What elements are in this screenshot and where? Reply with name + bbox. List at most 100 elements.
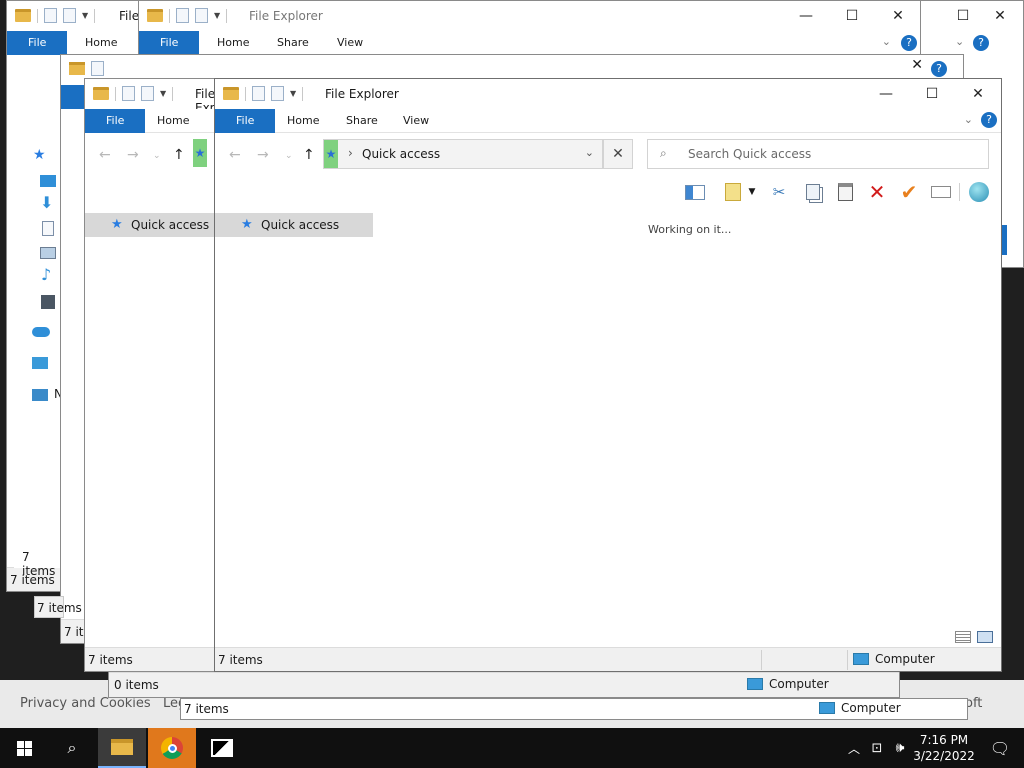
details-view-icon[interactable] <box>955 631 971 643</box>
breadcrumb[interactable]: Quick access <box>362 147 440 161</box>
close-button[interactable]: ✕ <box>875 1 921 31</box>
maximize-button[interactable]: ☐ <box>949 1 977 31</box>
close-button[interactable]: ✕ <box>977 1 1023 31</box>
taskbar-chrome[interactable] <box>148 728 196 768</box>
up-arrow-icon[interactable]: ↑ <box>173 147 185 163</box>
check-icon[interactable]: ✔ <box>897 180 921 204</box>
maximize-button[interactable]: ☐ <box>909 79 955 109</box>
tab-home[interactable]: Home <box>203 31 263 55</box>
new-folder-icon[interactable] <box>195 8 208 23</box>
explorer-window-active[interactable]: ▼ File Explorer — ☐ ✕ File Home Share Vi… <box>214 78 1002 672</box>
expand-ribbon-icon[interactable]: ⌄ <box>955 35 964 48</box>
customize-chevron-icon[interactable]: ▼ <box>82 11 88 20</box>
tab-view[interactable]: View <box>323 31 377 55</box>
tab-home[interactable]: Home <box>71 31 131 55</box>
paste-icon[interactable] <box>833 181 857 203</box>
minimize-button[interactable]: — <box>783 1 829 31</box>
forward-arrow-icon[interactable]: → <box>127 147 139 163</box>
new-item-dropdown-icon[interactable]: ▼ <box>745 181 759 203</box>
sidebar-this-pc-icon[interactable] <box>32 357 48 369</box>
properties-icon[interactable] <box>122 86 135 101</box>
tab-file[interactable]: File <box>7 31 68 55</box>
breadcrumb-chevron-icon[interactable]: › <box>348 146 353 160</box>
tab-share[interactable]: Share <box>263 31 323 55</box>
address-dropdown-icon[interactable]: ⌄ <box>585 146 594 159</box>
close-icon[interactable]: ✕ <box>911 57 923 73</box>
expand-ribbon-icon[interactable]: ⌄ <box>964 113 973 126</box>
volume-icon[interactable]: 🕪 <box>888 740 912 756</box>
forward-arrow-icon[interactable]: → <box>257 147 269 163</box>
address-bar[interactable]: ★ › Quick access ⌄ <box>323 139 603 169</box>
address-clear-button[interactable]: ✕ <box>603 139 633 169</box>
cut-icon[interactable]: ✂ <box>767 181 791 203</box>
sidebar-item-quick-access[interactable]: ★ Quick access <box>215 213 373 237</box>
sidebar-documents-icon[interactable] <box>42 221 54 236</box>
tab-share[interactable]: Share <box>332 109 392 133</box>
tab-file[interactable]: File <box>139 31 200 55</box>
search-button[interactable]: ⌕ <box>48 728 96 768</box>
close-button[interactable]: ✕ <box>955 79 1001 109</box>
taskbar-photos[interactable] <box>198 728 246 768</box>
start-button[interactable] <box>0 728 48 768</box>
explorer-window-7[interactable]: ▼ File Explorer File Home ← → ⌄ ↑ ★ ★ Qu… <box>84 78 234 672</box>
title-bar[interactable]: ▼ File Explorer — ☐ ✕ <box>139 1 921 31</box>
tab-home[interactable]: Home <box>143 109 203 133</box>
privacy-link[interactable]: Privacy and Cookies <box>20 696 151 711</box>
taskbar-file-explorer[interactable] <box>98 728 146 768</box>
customize-chevron-icon[interactable]: ▼ <box>214 11 220 20</box>
status-bar: 0 items Computer <box>109 672 899 697</box>
recent-chevron-icon[interactable]: ⌄ <box>285 151 293 161</box>
recent-chevron-icon[interactable]: ⌄ <box>153 151 161 161</box>
properties-icon[interactable] <box>252 86 265 101</box>
file-list[interactable]: Working on it... <box>373 207 1001 647</box>
help-icon[interactable]: ? <box>931 61 947 77</box>
sidebar-network-icon[interactable] <box>32 389 48 401</box>
back-arrow-icon[interactable]: ← <box>99 147 111 163</box>
search-input[interactable]: Search Quick access <box>688 147 811 161</box>
rename-icon[interactable] <box>929 181 953 203</box>
large-icons-view-icon[interactable] <box>977 631 993 643</box>
properties-icon[interactable] <box>91 61 104 76</box>
copy-icon[interactable] <box>801 181 825 203</box>
search-box[interactable]: ⌕ Search Quick access <box>647 139 989 169</box>
tab-view[interactable]: View <box>389 109 443 133</box>
help-icon[interactable]: ? <box>901 35 917 51</box>
customize-chevron-icon[interactable]: ▼ <box>160 89 166 98</box>
maximize-button[interactable]: ☐ <box>829 1 875 31</box>
title-bar[interactable]: ▼ File Explorer — ☐ ✕ <box>215 79 1001 109</box>
shell-icon[interactable] <box>967 181 991 203</box>
sidebar-pictures-icon[interactable] <box>40 247 56 259</box>
tab-file[interactable]: File <box>215 109 276 133</box>
clock[interactable]: 7:16 PM 3/22/2022 <box>912 732 976 764</box>
tab-file[interactable]: File <box>85 109 146 133</box>
properties-icon[interactable] <box>176 8 189 23</box>
help-icon[interactable]: ? <box>973 35 989 51</box>
new-folder-icon[interactable] <box>63 8 76 23</box>
sidebar-quick-access-icon[interactable]: ★ <box>33 147 46 163</box>
help-icon[interactable]: ? <box>981 112 997 128</box>
sidebar-onedrive-icon[interactable] <box>32 327 50 337</box>
tray-overflow-chevron-icon[interactable]: ︿ <box>842 740 866 757</box>
up-arrow-icon[interactable]: ↑ <box>303 147 315 163</box>
properties-icon[interactable] <box>44 8 57 23</box>
delete-icon[interactable]: ✕ <box>865 180 889 204</box>
preview-pane-icon[interactable] <box>683 181 707 203</box>
sidebar-downloads-icon[interactable]: ⬇ <box>40 193 53 212</box>
back-arrow-icon[interactable]: ← <box>229 147 241 163</box>
notifications-icon[interactable]: 🗨 <box>976 739 1024 758</box>
expand-ribbon-icon[interactable]: ⌄ <box>882 35 891 48</box>
explorer-window-6[interactable]: 7 items Computer <box>180 698 968 720</box>
sidebar-music-icon[interactable]: ♪ <box>41 265 51 284</box>
new-item-icon[interactable] <box>721 181 745 203</box>
sidebar-desktop-icon[interactable] <box>40 175 56 187</box>
sidebar-videos-icon[interactable] <box>41 295 55 309</box>
network-icon[interactable]: ⊡ <box>866 741 888 756</box>
customize-chevron-icon[interactable]: ▼ <box>290 89 296 98</box>
sidebar-item-quick-access[interactable]: ★ Quick access <box>85 213 233 237</box>
title-bar[interactable]: ▼ File Explorer <box>85 79 233 115</box>
address-location-icon[interactable]: ★ <box>193 139 207 167</box>
tab-home[interactable]: Home <box>273 109 333 133</box>
new-folder-icon[interactable] <box>141 86 154 101</box>
new-folder-icon[interactable] <box>271 86 284 101</box>
minimize-button[interactable]: — <box>863 79 909 109</box>
